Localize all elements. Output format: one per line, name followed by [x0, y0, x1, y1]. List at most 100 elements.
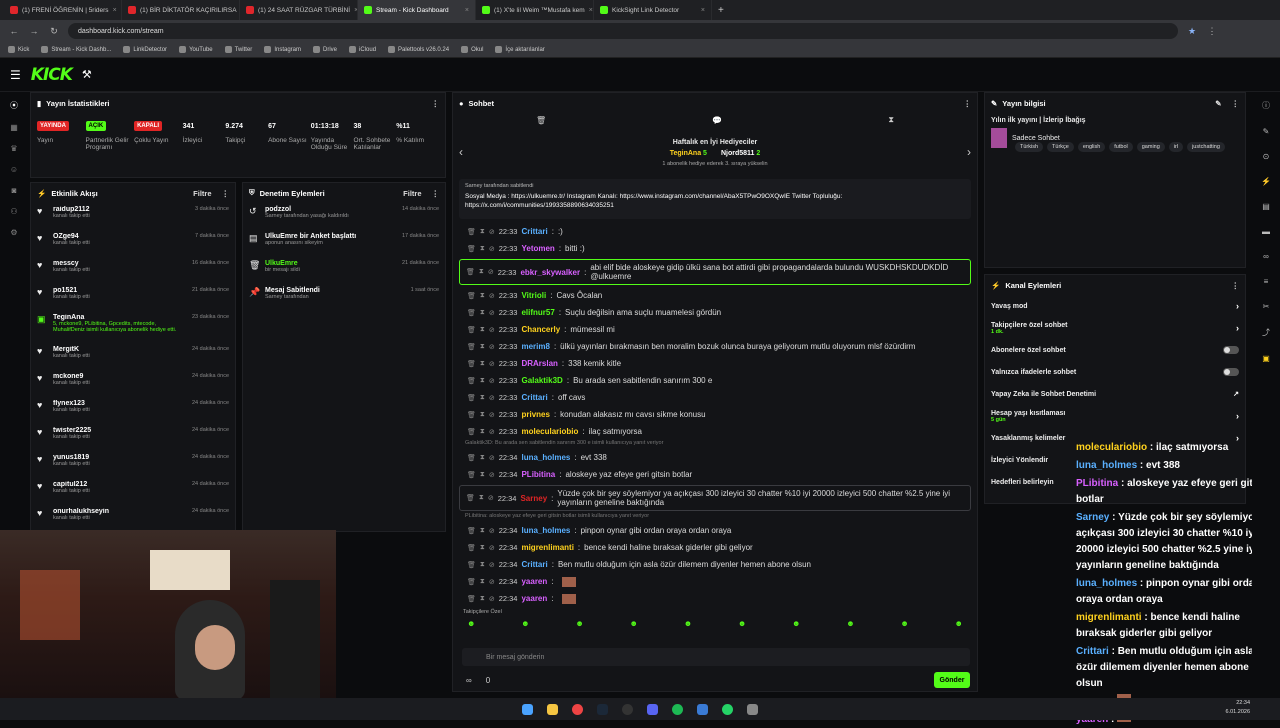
ban-icon[interactable]: ⊘	[489, 454, 495, 462]
close-icon[interactable]: ×	[465, 7, 469, 14]
delete-icon[interactable]: 🗑	[467, 394, 476, 402]
live-icon[interactable]: ⦿	[10, 100, 18, 111]
delete-icon[interactable]: 🗑	[466, 268, 475, 276]
timeout-icon[interactable]: ⧗	[480, 578, 485, 586]
more-icon[interactable]: ⋮	[432, 99, 440, 108]
url-field[interactable]: dashboard.kick.com/stream	[68, 23, 1178, 39]
ban-icon[interactable]: ⊘	[489, 228, 495, 236]
target-icon[interactable]: ⊙	[1263, 152, 1270, 161]
message-user[interactable]: DRArslan	[521, 359, 557, 368]
forward-icon[interactable]: →	[28, 26, 40, 36]
delete-icon[interactable]: 🗑	[467, 561, 476, 569]
pencil-icon[interactable]: ✎	[1215, 99, 1221, 108]
message-user[interactable]: PLibitina	[521, 470, 555, 479]
spotify-icon[interactable]	[672, 703, 683, 715]
timeout-icon[interactable]: ⧗	[480, 454, 485, 462]
activity-row[interactable]: ♥ twister2225 kanalı takip etti 24 dakika ö…	[31, 424, 235, 451]
delete-icon[interactable]: 🗑	[466, 494, 475, 502]
delete-icon[interactable]: 🗑	[467, 411, 476, 419]
tool-icon[interactable]: ✂	[1263, 302, 1270, 311]
ban-icon[interactable]: ⊘	[489, 471, 495, 479]
steam-icon[interactable]	[597, 703, 608, 715]
back-icon[interactable]: ←	[8, 26, 20, 36]
card-icon[interactable]: ▤	[1262, 202, 1270, 211]
message-user[interactable]: elifnur57	[521, 308, 554, 317]
chat-message[interactable]: 🗑 ⧗ ⊘ 22:33 Galaktik3D: Bu arada sen sabitlen…	[453, 372, 977, 389]
timeout-icon[interactable]: ⧗	[479, 494, 484, 502]
bookmark[interactable]: Drive	[313, 46, 337, 53]
chevron-right-icon[interactable]: ›	[1236, 411, 1239, 421]
tag[interactable]: irl	[1168, 142, 1184, 152]
delete-icon[interactable]: 🗑	[467, 471, 476, 479]
close-icon[interactable]: ×	[589, 7, 593, 14]
activity-row[interactable]: ♥ messcy kanalı takip etti 16 dakika önce	[31, 257, 235, 284]
mod-action-row[interactable]: ↺ podzzol Sarney tarafından yasağı kaldırı…	[243, 203, 445, 230]
menu-icon[interactable]: ⋮	[1206, 26, 1218, 37]
message-user[interactable]: yaaren	[521, 594, 547, 603]
message-user[interactable]: Crittari	[521, 393, 547, 402]
message-user[interactable]: luna_holmes	[521, 453, 570, 462]
filter-button[interactable]: Filtre	[193, 189, 211, 198]
chat-message[interactable]: 🗑 ⧗ ⊘ 22:34 luna_holmes: pinpon oynar gibi or…	[453, 522, 977, 539]
timeout-icon[interactable]: ⧗	[480, 471, 485, 479]
comment-icon[interactable]: 💬	[712, 116, 722, 125]
ban-icon[interactable]: ⊘	[489, 544, 495, 552]
discord-icon[interactable]	[647, 703, 658, 715]
timeout-icon[interactable]: ⧗	[480, 411, 485, 419]
start-icon[interactable]	[522, 703, 533, 715]
bookmark[interactable]: Instagram	[264, 46, 301, 53]
chevron-right-icon[interactable]: ›	[1236, 301, 1239, 311]
chat-input[interactable]: Bir mesaj gönderin	[462, 648, 970, 666]
message-user[interactable]: Yetomen	[521, 244, 554, 253]
chat-message[interactable]: 🗑 ⧗ ⊘ 22:34 Crittari: Ben mutlu olduğum için …	[453, 556, 977, 573]
browser-tab[interactable]: Stream - Kick Dashboard ×	[358, 0, 476, 20]
ban-icon[interactable]: ⊘	[489, 578, 495, 586]
message-user[interactable]: privnes	[521, 410, 549, 419]
chat-message[interactable]: 🗑 ⧗ ⊘ 22:34 Sarney: Yüzde çok bir şey söylemi…	[459, 485, 971, 511]
tag[interactable]: justchatting	[1187, 142, 1225, 152]
close-icon[interactable]: ×	[113, 7, 117, 14]
ban-icon[interactable]: ⊘	[489, 394, 495, 402]
bookmark[interactable]: İçe aktarılanlar	[495, 46, 545, 53]
chat-message[interactable]: 🗑 ⧗ ⊘ 22:33 privnes: konudan alakasız mı cavs…	[453, 406, 977, 423]
share-icon[interactable]: ⤴	[1262, 327, 1270, 338]
star-icon[interactable]: ★	[1186, 26, 1198, 37]
hourglass-icon[interactable]: ⧗	[888, 115, 894, 125]
activity-row[interactable]: ♥ mckone9 kanalı takip etti 24 dakika önce	[31, 370, 235, 397]
bookmark[interactable]: YouTube	[179, 46, 213, 53]
chat-message[interactable]: 🗑 ⧗ ⊘ 22:33 Yetomen: bitti :)	[453, 240, 977, 257]
emote-icon[interactable]: ☻	[521, 619, 529, 628]
timeout-icon[interactable]: ⧗	[480, 394, 485, 402]
chat-message[interactable]: 🗑 ⧗ ⊘ 22:33 moleculariobio: ilaç satmıyorsa	[453, 423, 977, 440]
tag[interactable]: Türkçe	[1047, 142, 1074, 152]
link-icon[interactable]: ∞	[1263, 252, 1269, 261]
bookmark[interactable]: Kick	[8, 46, 29, 53]
channel-action-row[interactable]: Hesap yaşı kısıtlaması 5 gün ›	[985, 405, 1245, 427]
bookmark[interactable]: Stream - Kick Dashb...	[41, 46, 111, 53]
message-user[interactable]: yaaren	[521, 577, 547, 586]
activity-row[interactable]: ♥ OZge94 kanalı takip etti 7 dakika önce	[31, 230, 235, 257]
toggle-switch[interactable]	[1223, 346, 1239, 354]
tag[interactable]: Türkish	[1015, 142, 1044, 152]
settings-icon[interactable]	[747, 703, 758, 715]
ban-icon[interactable]: ⊘	[489, 561, 495, 569]
hamburger-icon[interactable]: ☰	[10, 68, 21, 82]
emote-icon[interactable]: ☻	[955, 619, 963, 628]
bolt-icon[interactable]: ⚡	[1261, 177, 1271, 186]
delete-icon[interactable]: 🗑	[467, 377, 476, 385]
chat-message[interactable]: 🗑 ⧗ ⊘ 22:33 Chancerly: mümessil mi	[453, 321, 977, 338]
kick-logo[interactable]: KICK	[31, 65, 73, 85]
delete-icon[interactable]: 🗑	[467, 292, 476, 300]
ban-icon[interactable]: ⊘	[488, 268, 494, 276]
message-user[interactable]: Crittari	[521, 560, 547, 569]
tag[interactable]: futbol	[1109, 142, 1133, 152]
bookmark[interactable]: iCloud	[349, 46, 376, 53]
delete-icon[interactable]: 🗑	[467, 595, 476, 603]
reload-icon[interactable]: ↻	[48, 26, 60, 37]
info-icon[interactable]: ⓘ	[1262, 100, 1270, 111]
chrome-icon[interactable]	[572, 703, 583, 715]
timeout-icon[interactable]: ⧗	[480, 343, 485, 351]
chat-message[interactable]: 🗑 ⧗ ⊘ 22:33 DRArslan:338 kemik kitle	[453, 355, 977, 372]
browser-tab[interactable]: (1) 24 SAAT RÜZGAR TÜRBİNİ ×	[240, 0, 358, 20]
close-icon[interactable]: ×	[701, 7, 705, 14]
